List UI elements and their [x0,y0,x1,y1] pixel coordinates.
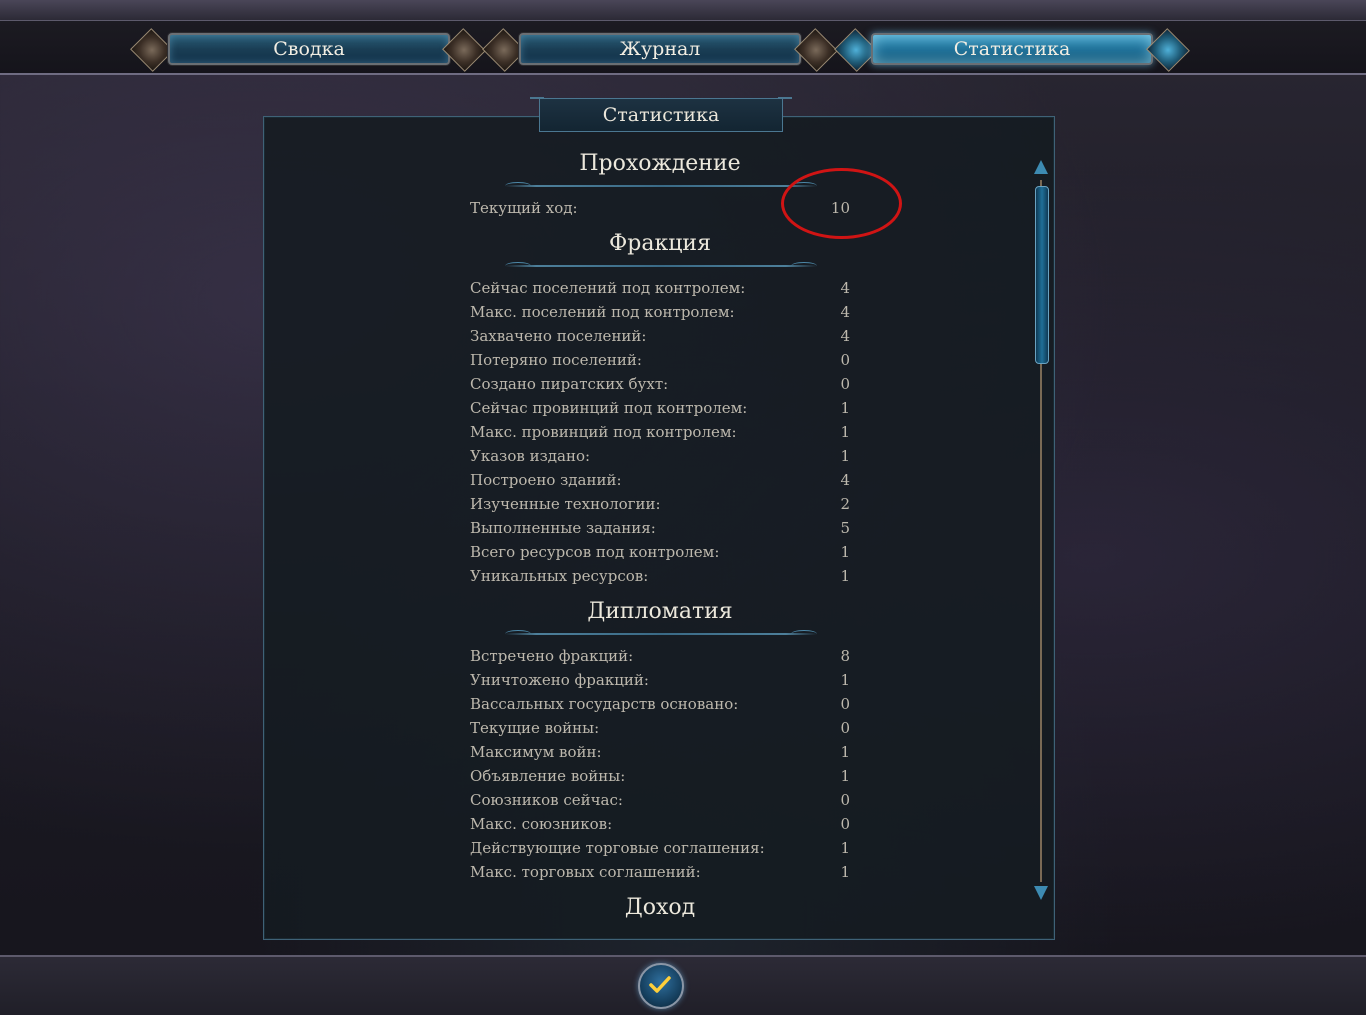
stat-label: Макс. союзников: [470,815,613,833]
stat-label: Сейчас поселений под контролем: [470,279,746,297]
stat-value: 1 [840,567,850,585]
top-strip [0,0,1366,20]
stat-label: Уничтожено фракций: [470,671,649,689]
confirm-button[interactable] [638,963,684,1009]
stat-row: Потеряно поселений: 0 [470,351,850,373]
stat-label: Всего ресурсов под контролем: [470,543,720,561]
stat-label: Вассальных государств основано: [470,695,739,713]
stat-row: Вассальных государств основано: 0 [470,695,850,717]
stat-row: Создано пиратских бухт: 0 [470,375,850,397]
stat-value: 1 [840,399,850,417]
stat-label: Встречено фракций: [470,647,634,665]
section-title-income: Доход [624,895,696,920]
stat-row: Макс. поселений под контролем: 4 [470,303,850,325]
stat-value: 8 [840,647,850,665]
highlight-circle [781,168,902,239]
stat-row: Максимум войн: 1 [470,743,850,765]
stat-value: 4 [840,279,850,297]
stat-value: 4 [840,471,850,489]
stat-label: Текущий ход: [470,199,578,217]
stat-value: 4 [840,327,850,345]
section-divider [505,630,817,635]
stat-value: 0 [840,719,850,737]
stat-value: 0 [840,815,850,833]
stat-row: Макс. союзников: 0 [470,815,850,837]
stat-value: 0 [840,695,850,713]
stat-label: Объявление войны: [470,767,626,785]
stat-label: Максимум войн: [470,743,602,761]
section-title-faction: Фракция [609,231,711,256]
stat-row: Уникальных ресурсов: 1 [470,567,850,589]
tab-statistics[interactable]: Статистика [871,33,1153,65]
stat-row: Сейчас поселений под контролем: 4 [470,279,850,301]
stat-row: Союзников сейчас: 0 [470,791,850,813]
stat-label: Уникальных ресурсов: [470,567,649,585]
scrollbar-thumb[interactable] [1035,186,1049,364]
stat-row: Изученные технологии: 2 [470,495,850,517]
stat-value: 1 [840,447,850,465]
stat-row: Объявление войны: 1 [470,767,850,789]
stat-label: Захвачено поселений: [470,327,647,345]
stat-row: Макс. торговых соглашений: 1 [470,863,850,885]
tab-bar: Сводка Журнал Статистика [0,20,1366,75]
section-divider [505,262,817,267]
checkmark-icon [649,976,671,993]
stat-label: Союзников сейчас: [470,791,623,809]
section-title-progress: Прохождение [579,151,741,176]
stat-label: Изученные технологии: [470,495,661,513]
stat-row: Уничтожено фракций: 1 [470,671,850,693]
stat-row: Сейчас провинций под контролем: 1 [470,399,850,421]
section-title-diplomacy: Дипломатия [587,599,733,624]
stat-value: 1 [840,839,850,857]
stat-value: 2 [840,495,850,513]
stat-label: Действующие торговые соглашения: [470,839,765,857]
stat-row: Встречено фракций: 8 [470,647,850,669]
stat-row: Выполненные задания: 5 [470,519,850,541]
stat-value: 0 [840,791,850,809]
stat-value: 0 [840,375,850,393]
stat-value: 0 [840,351,850,369]
stat-row: Построено зданий: 4 [470,471,850,493]
stat-label: Макс. торговых соглашений: [470,863,701,881]
stat-value: 4 [840,303,850,321]
stat-row: Указов издано: 1 [470,447,850,469]
stat-label: Выполненные задания: [470,519,656,537]
stat-label: Макс. поселений под контролем: [470,303,735,321]
stat-value: 1 [840,423,850,441]
stat-value: 1 [840,767,850,785]
stat-label: Построено зданий: [470,471,622,489]
tab-summary[interactable]: Сводка [168,33,450,65]
panel-title: Статистика [530,97,792,132]
stat-row: Макс. провинций под контролем: 1 [470,423,850,445]
stat-row: Всего ресурсов под контролем: 1 [470,543,850,565]
stat-row: Захвачено поселений: 4 [470,327,850,349]
stat-label: Макс. провинций под контролем: [470,423,737,441]
arrow-up-icon[interactable] [1034,160,1048,174]
stat-row: Действующие торговые соглашения: 1 [470,839,850,861]
arrow-down-icon[interactable] [1034,886,1048,900]
stat-value: 1 [840,863,850,881]
stat-value: 1 [840,671,850,689]
stat-label: Создано пиратских бухт: [470,375,669,393]
stat-label: Текущие войны: [470,719,600,737]
stat-label: Указов издано: [470,447,591,465]
tab-journal[interactable]: Журнал [519,33,801,65]
stat-row: Текущие войны: 0 [470,719,850,741]
stat-label: Сейчас провинций под контролем: [470,399,748,417]
stat-value: 1 [840,743,850,761]
stat-label: Потеряно поселений: [470,351,642,369]
section-divider [505,182,817,187]
stat-value: 1 [840,543,850,561]
stat-value: 5 [840,519,850,537]
